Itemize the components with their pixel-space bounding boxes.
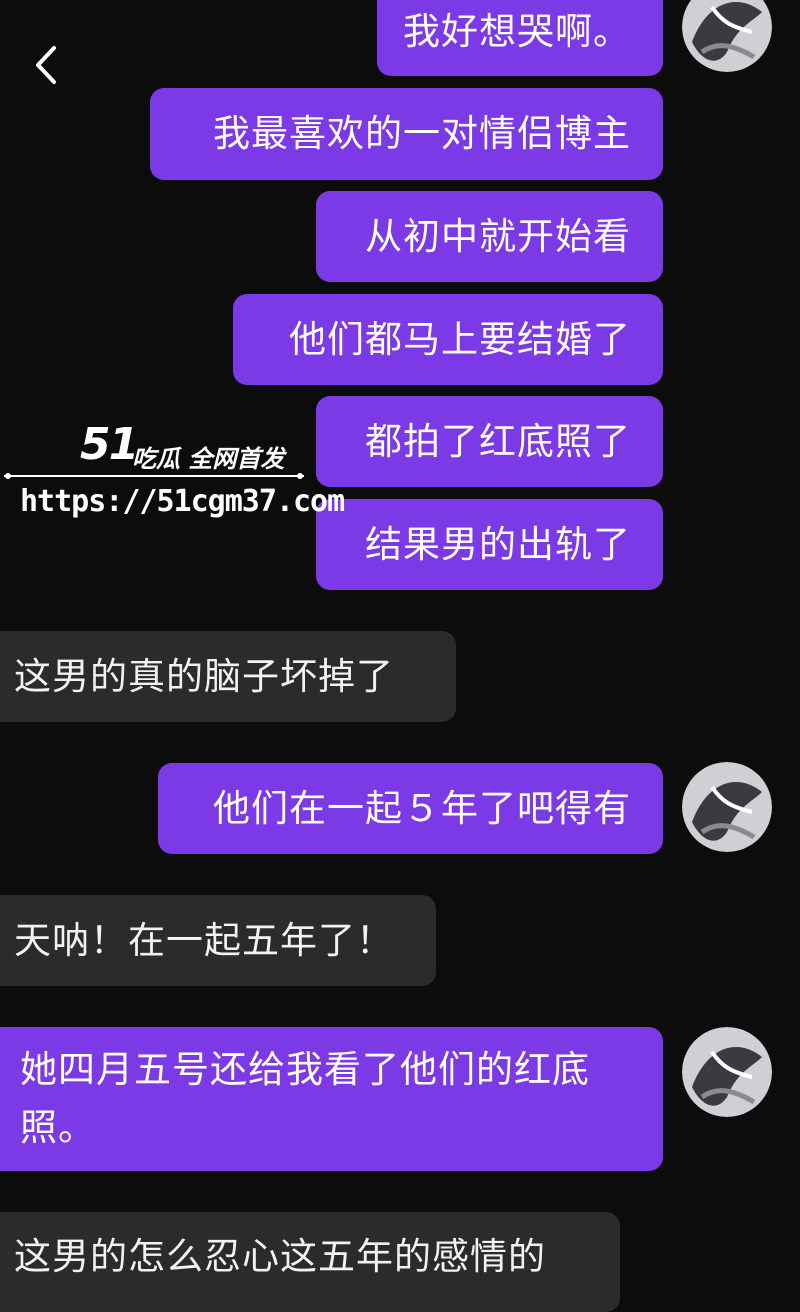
message-text: 结果男的出轨了 xyxy=(365,522,631,566)
watermark-brand: 51 xyxy=(80,419,139,470)
user-avatar-icon xyxy=(682,1027,772,1117)
back-button[interactable] xyxy=(26,40,66,90)
message-text: 这男的真的脑子坏掉了 xyxy=(14,654,394,698)
user-avatar-icon xyxy=(682,0,772,72)
message-text: 这男的怎么忍心这五年的感情的 xyxy=(14,1235,546,1278)
message-text: 都拍了红底照了 xyxy=(365,419,631,463)
message-text: 我最喜欢的一对情侣博主 xyxy=(213,112,631,155)
message-text: 从初中就开始看 xyxy=(365,214,631,258)
chevron-left-icon xyxy=(36,46,56,84)
message-text: 他们在一起５年了吧得有 xyxy=(213,786,631,830)
user-avatar[interactable] xyxy=(682,1027,772,1117)
outgoing-message: 从初中就开始看 xyxy=(316,191,663,282)
incoming-message: 天呐！在一起五年了！ xyxy=(0,895,436,986)
user-avatar[interactable] xyxy=(682,0,772,72)
incoming-message: 这男的怎么忍心这五年的感情的 xyxy=(0,1212,620,1312)
user-avatar-icon xyxy=(682,762,772,852)
message-text: 他们都马上要结婚了 xyxy=(289,317,631,361)
watermark-tagline: 吃瓜 全网首发 xyxy=(132,445,285,473)
incoming-message: 这男的真的脑子坏掉了 xyxy=(0,631,456,722)
watermark: 51 吃瓜 全网首发 https://51cgm37.com xyxy=(0,419,345,530)
user-avatar[interactable] xyxy=(682,762,772,852)
message-text: 她四月五号还给我看了他们的红底照。 xyxy=(20,1048,590,1149)
message-text: 我好想哭啊。 xyxy=(403,10,631,53)
outgoing-message: 结果男的出轨了 xyxy=(316,499,663,590)
outgoing-message: 他们在一起５年了吧得有 xyxy=(158,763,663,854)
outgoing-message: 都拍了红底照了 xyxy=(316,396,663,487)
watermark-url: https://51cgm37.com xyxy=(20,484,345,519)
outgoing-message: 她四月五号还给我看了他们的红底照。 xyxy=(0,1027,663,1171)
outgoing-message: 我好想哭啊。 xyxy=(377,0,663,76)
outgoing-message: 我最喜欢的一对情侣博主 xyxy=(150,88,663,180)
outgoing-message: 他们都马上要结婚了 xyxy=(233,294,663,385)
message-text: 天呐！在一起五年了！ xyxy=(14,918,394,962)
watermark-divider xyxy=(4,473,304,479)
